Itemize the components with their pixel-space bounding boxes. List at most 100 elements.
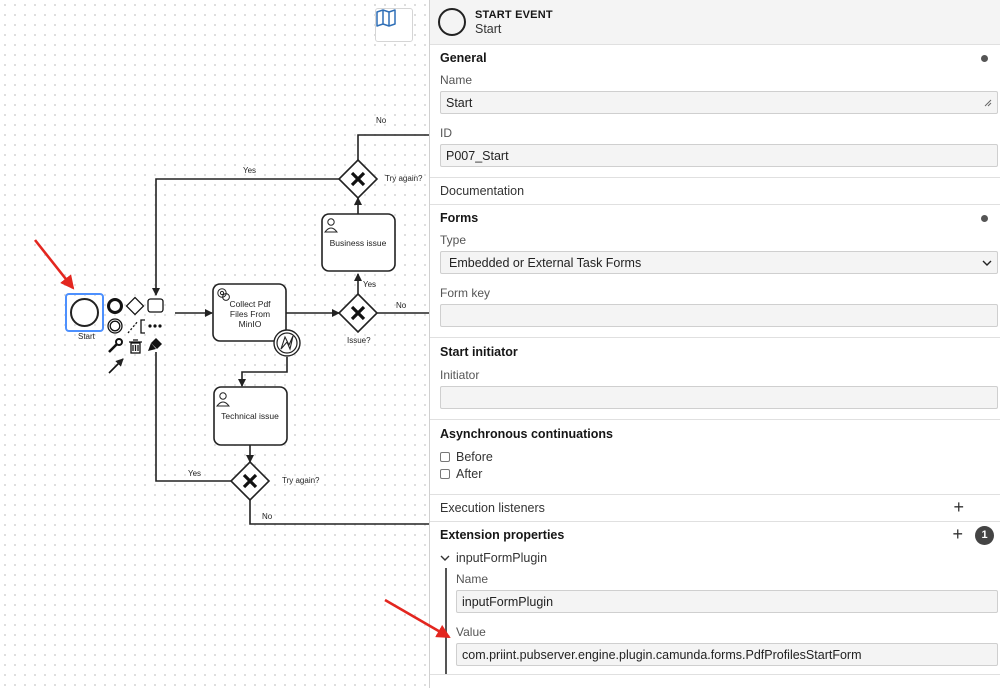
chevron-down-icon[interactable] — [440, 554, 450, 562]
group-forms: Forms Type Embedded or External Task For… — [430, 205, 1000, 338]
group-forms-title: Forms — [440, 211, 479, 225]
name-label: Name — [440, 73, 473, 87]
start-event-label: Start — [78, 332, 96, 341]
gateway-label-try-again-top: Try again? — [385, 174, 423, 183]
group-execution-listeners: Execution listeners + — [430, 495, 1000, 522]
context-pad[interactable] — [107, 296, 164, 374]
flow-tryagain-yes — [152, 178, 340, 296]
id-field-value: P007_Start — [446, 148, 509, 163]
async-before-label: Before — [456, 449, 493, 464]
collect-task-label-2: Files From — [230, 309, 270, 319]
flow-label-no-middle: No — [396, 301, 407, 310]
trash-icon[interactable] — [129, 339, 142, 354]
error-boundary-event[interactable] — [273, 329, 301, 357]
flow-label-yes-middle: Yes — [363, 280, 376, 289]
data-marker-icon — [981, 55, 988, 62]
property-value-value: com.priint.pubserver.engine.plugin.camun… — [462, 647, 862, 662]
group-async-header[interactable]: Asynchronous continuations — [430, 420, 1000, 448]
flow-label-no-bottom: No — [262, 512, 273, 521]
group-execution-listeners-title: Execution listeners — [440, 501, 545, 515]
form-type-select[interactable]: Embedded or External Task Forms — [440, 251, 998, 274]
annotation-arrow-start — [33, 239, 75, 290]
gateway-label-try-again-bottom: Try again? — [282, 476, 320, 485]
flow-label-yes-bottom: Yes — [188, 469, 201, 478]
panel-header: START EVENT Start — [430, 0, 1000, 45]
end-event-icon[interactable] — [107, 298, 123, 314]
property-value-field[interactable]: com.priint.pubserver.engine.plugin.camun… — [456, 643, 998, 666]
form-key-field[interactable] — [440, 304, 998, 327]
technical-issue-task[interactable]: Technical issue — [213, 386, 288, 446]
collect-pdf-task[interactable]: Collect Pdf Files From MinIO — [212, 283, 287, 342]
text-annotation-icon[interactable] — [127, 319, 145, 334]
collect-task-label-3: MinIO — [239, 319, 262, 329]
gateway-label-issue: Issue? — [347, 336, 371, 345]
name-field[interactable]: Start — [440, 91, 998, 114]
more-icon[interactable] — [148, 324, 162, 328]
gateway-icon[interactable] — [125, 296, 145, 316]
property-item-body: Name inputFormPlugin Value com.priint.pu… — [445, 568, 1000, 674]
element-name: Start — [475, 21, 502, 36]
data-marker-icon — [981, 215, 988, 222]
name-field-value: Start — [446, 95, 473, 110]
group-extension-properties-header[interactable]: Extension properties + 1 — [430, 522, 1000, 548]
property-item-title: inputFormPlugin — [456, 551, 548, 565]
async-before-checkbox[interactable] — [440, 451, 450, 462]
async-before-row[interactable]: Before — [440, 448, 998, 465]
business-issue-label: Business issue — [330, 238, 387, 248]
form-type-label: Type — [440, 233, 467, 247]
group-execution-listeners-header[interactable]: Execution listeners + — [430, 495, 1000, 521]
flow-label-yes-top: Yes — [243, 166, 256, 175]
async-after-label: After — [456, 466, 483, 481]
bpmn-diagram[interactable]: Start Collect Pdf Files From MinIO Busin… — [0, 0, 430, 688]
property-name-label: Name — [456, 572, 489, 586]
group-general-title: General — [440, 51, 487, 65]
initiator-label: Initiator — [440, 368, 480, 382]
async-after-checkbox[interactable] — [440, 468, 450, 479]
property-item-header[interactable]: inputFormPlugin — [430, 548, 1000, 568]
initiator-field[interactable] — [440, 386, 998, 409]
bpmn-canvas[interactable]: Start Collect Pdf Files From MinIO Busin… — [0, 0, 430, 688]
business-issue-task[interactable]: Business issue — [321, 213, 396, 272]
connect-arrow-icon[interactable] — [108, 358, 124, 374]
flow-tryagain2-no — [249, 500, 430, 525]
wrench-icon[interactable] — [108, 338, 123, 353]
properties-panel: START EVENT Start General Name Start ID … — [429, 0, 1000, 688]
group-documentation-title: Documentation — [440, 184, 525, 198]
flow-error-to-technical — [238, 357, 288, 387]
group-forms-header[interactable]: Forms — [430, 205, 1000, 231]
group-extension-properties-title: Extension properties — [440, 528, 565, 542]
sequence-flows — [152, 134, 430, 525]
minimap-toggle-button[interactable] — [375, 8, 413, 42]
group-start-initiator-title: Start initiator — [440, 345, 518, 359]
form-key-label: Form key — [440, 286, 491, 300]
group-general: General Name Start ID P007_Start — [430, 45, 1000, 178]
gateway-try-again-bottom[interactable] — [229, 460, 271, 502]
property-value-label: Value — [456, 625, 486, 639]
start-event-icon — [438, 8, 466, 36]
flow-label-no-top: No — [376, 116, 387, 125]
property-name-field[interactable]: inputFormPlugin — [456, 590, 998, 613]
group-documentation-header[interactable]: Documentation — [430, 178, 1000, 204]
add-property-icon[interactable]: + — [952, 524, 963, 544]
group-start-initiator-header[interactable]: Start initiator — [430, 338, 1000, 366]
group-documentation: Documentation — [430, 178, 1000, 205]
collect-task-label-1: Collect Pdf — [229, 299, 271, 309]
task-icon[interactable] — [147, 298, 164, 313]
id-field[interactable]: P007_Start — [440, 144, 998, 167]
chevron-down-icon — [982, 260, 992, 266]
id-label: ID — [440, 126, 452, 140]
gateway-issue[interactable] — [337, 292, 379, 334]
color-brush-icon[interactable] — [148, 338, 162, 351]
form-type-value: Embedded or External Task Forms — [449, 255, 642, 270]
group-extension-properties: Extension properties + 1 inputFormPlugin… — [430, 522, 1000, 675]
map-icon — [376, 9, 396, 27]
async-after-row[interactable]: After — [440, 465, 998, 482]
gateway-try-again-top[interactable] — [337, 158, 379, 200]
group-async-continuations: Asynchronous continuations Before After — [430, 420, 1000, 495]
start-event[interactable] — [70, 298, 99, 327]
add-listener-icon[interactable]: + — [953, 497, 964, 517]
technical-issue-label: Technical issue — [221, 411, 279, 421]
flow-tryagain-no — [357, 134, 430, 161]
group-general-header[interactable]: General — [430, 45, 1000, 71]
resize-handle-icon[interactable] — [984, 99, 992, 107]
